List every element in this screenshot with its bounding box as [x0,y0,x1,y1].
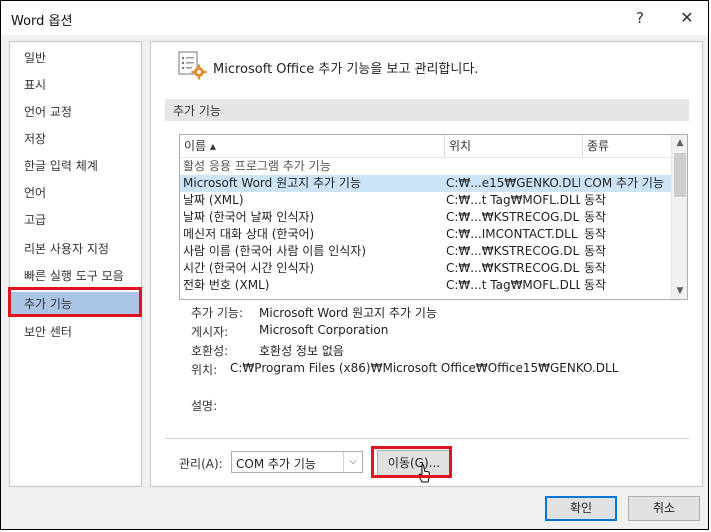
sidebar-item-quick-access[interactable]: 빠른 실행 도구 모음 [10,264,141,288]
sidebar-item-hangul-input[interactable]: 한글 입력 체계 [10,154,141,178]
table-row[interactable]: 메신저 대화 상대 (한국어) C:₩...IMCONTACT.DLL 동작 [180,226,671,243]
detail-compat-label: 호환성: [191,344,229,358]
list-scrollbar[interactable]: ▲ ▼ [671,135,687,299]
section-header: 추가 기능 [165,99,689,121]
table-row[interactable]: Microsoft Word 원고지 추가 기능 C:₩...e15₩GENKO… [180,175,671,192]
row-name: 날짜 (한국어 날짜 인식자) [183,210,315,224]
row-type: 동작 [584,278,607,292]
footer-divider [165,438,689,439]
row-name: Microsoft Word 원고지 추가 기능 [183,176,361,190]
detail-publisher-value: Microsoft Corporation [259,323,389,337]
detail-description-label: 설명: [191,399,218,413]
row-name: 날짜 (XML) [183,193,244,207]
detail-addin-label: 추가 기능: [191,306,244,320]
detail-addin-value: Microsoft Word 원고지 추가 기능 [259,306,437,320]
close-icon[interactable]: ✕ [673,5,701,31]
table-row[interactable]: 시간 (한국어 시간 인식자) C:₩...₩KSTRECOG.DLL 동작 [180,260,671,277]
window-title: Word 옵션 [11,14,73,29]
highlight-box-addins [8,287,142,317]
row-type: 동작 [584,210,607,224]
options-dialog: Word 옵션 ? ✕ 일반 표시 언어 교정 저장 한글 입력 체계 언어 고… [0,0,709,530]
help-button[interactable]: ? [626,5,654,31]
row-location: C:₩...₩KSTRECOG.DLL [446,261,580,275]
scroll-up-icon[interactable]: ▲ [672,135,687,151]
manage-select-value: COM 추가 기능 [236,457,316,471]
detail-location-label: 위치: [191,363,218,377]
sidebar-item-proofing[interactable]: 언어 교정 [10,100,141,124]
column-header-location[interactable]: 위치 [445,135,583,157]
row-location: C:₩...t Tag₩MOFL.DLL [446,278,580,292]
detail-publisher-label: 게시자: [191,325,229,339]
manage-label: 관리(A): [179,457,223,471]
table-row[interactable]: 날짜 (한국어 날짜 인식자) C:₩...₩KSTRECOG.DLL 동작 [180,209,671,226]
row-type: 동작 [584,244,607,258]
sidebar-item-language[interactable]: 언어 [10,181,141,205]
scroll-thumb[interactable] [674,153,686,197]
row-type: 동작 [584,227,607,241]
ok-button[interactable]: 확인 [545,496,617,521]
list-group-header: 활성 응용 프로그램 추가 기능 [180,158,671,175]
row-type: 동작 [584,193,607,207]
addins-list[interactable]: 이름 ▴ 위치 종류 활성 응용 프로그램 추가 기능 Microsoft Wo… [179,134,688,300]
options-sidebar: 일반 표시 언어 교정 저장 한글 입력 체계 언어 고급 리본 사용자 지정 … [9,41,142,487]
addins-panel: Microsoft Office 추가 기능을 보고 관리합니다. 추가 기능 … [150,41,703,487]
table-row[interactable]: 전화 번호 (XML) C:₩...t Tag₩MOFL.DLL 동작 [180,277,671,294]
table-row[interactable]: 사람 이름 (한국어 사람 이름 인식자) C:₩...₩KSTRECOG.DL… [180,243,671,260]
chevron-down-icon[interactable]: ⌵ [343,452,362,472]
table-row[interactable]: 날짜 (XML) C:₩...t Tag₩MOFL.DLL 동작 [180,192,671,209]
column-header-type[interactable]: 종류 [583,135,671,157]
row-name: 시간 (한국어 시간 인식자) [183,261,315,275]
cancel-button[interactable]: 취소 [628,496,700,521]
row-name: 사람 이름 (한국어 사람 이름 인식자) [183,244,366,258]
row-location: C:₩...IMCONTACT.DLL [446,227,578,241]
detail-compat-value: 호환성 정보 없음 [259,344,344,358]
sidebar-item-general[interactable]: 일반 [10,46,141,70]
scroll-down-icon[interactable]: ▼ [672,283,687,299]
sidebar-item-customize-ribbon[interactable]: 리본 사용자 지정 [10,237,141,261]
addins-gear-icon [178,51,207,80]
panel-header-text: Microsoft Office 추가 기능을 보고 관리합니다. [213,62,479,77]
section-title: 추가 기능 [173,104,221,118]
manage-select[interactable]: COM 추가 기능 ⌵ [231,451,363,473]
row-location: C:₩...t Tag₩MOFL.DLL [446,193,580,207]
detail-location-value: C:₩Program Files (x86)₩Microsoft Office₩… [230,361,619,375]
row-location: C:₩...₩KSTRECOG.DLL [446,210,580,224]
row-type: COM 추가 기능 [584,176,664,190]
row-name: 전화 번호 (XML) [183,278,270,292]
sidebar-item-trust-center[interactable]: 보안 센터 [10,320,141,344]
sidebar-item-display[interactable]: 표시 [10,73,141,97]
sidebar-item-save[interactable]: 저장 [10,127,141,151]
row-location: C:₩...e15₩GENKO.DLL [446,176,580,190]
row-name: 메신저 대화 상대 (한국어) [183,227,315,241]
title-bar: Word 옵션 ? ✕ [1,1,708,35]
group-label: 활성 응용 프로그램 추가 기능 [183,159,331,173]
sidebar-item-advanced[interactable]: 고급 [10,208,141,232]
highlight-box-go [371,446,452,478]
row-type: 동작 [584,261,607,275]
row-location: C:₩...₩KSTRECOG.DLL [446,244,580,258]
column-header-name[interactable]: 이름 ▴ [180,135,445,157]
